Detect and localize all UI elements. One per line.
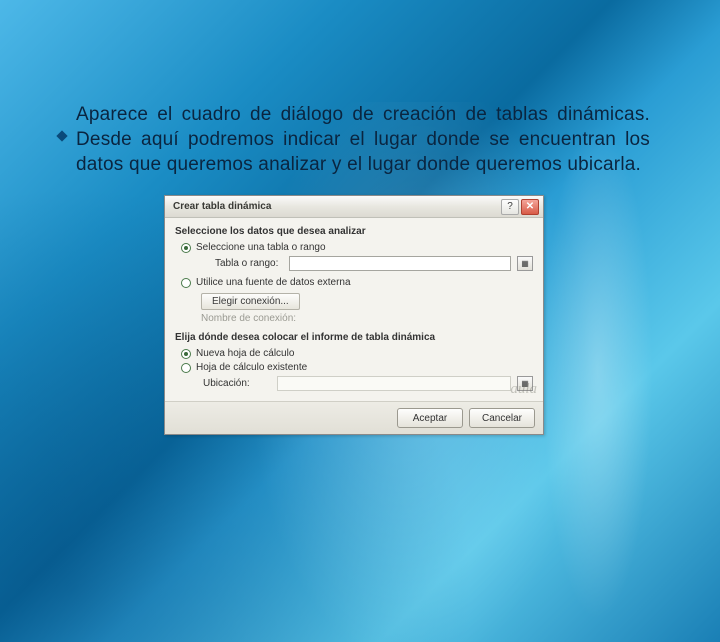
location-label: Ubicación: bbox=[203, 378, 271, 389]
dialog-title: Crear tabla dinámica bbox=[173, 201, 271, 212]
radio-newsheet-label: Nueva hoja de cálculo bbox=[196, 348, 294, 359]
section-place-label: Elija dónde desea colocar el informe de … bbox=[175, 332, 533, 343]
radio-icon bbox=[181, 278, 191, 288]
slide-paragraph: Aparece el cuadro de diálogo de creación… bbox=[76, 102, 650, 177]
dialog-titlebar: Crear tabla dinámica ? ✕ bbox=[165, 196, 543, 218]
radio-external-label: Utilice una fuente de datos externa bbox=[196, 277, 351, 288]
radio-icon bbox=[181, 363, 191, 373]
connection-name-label: Nombre de conexión: bbox=[201, 313, 533, 324]
help-button[interactable]: ? bbox=[501, 199, 519, 215]
ok-button[interactable]: Aceptar bbox=[397, 408, 463, 428]
location-input[interactable] bbox=[277, 376, 511, 391]
radio-existing-label: Hoja de cálculo existente bbox=[196, 362, 307, 373]
cancel-button[interactable]: Cancelar bbox=[469, 408, 535, 428]
radio-icon bbox=[181, 349, 191, 359]
radio-icon bbox=[181, 243, 191, 253]
table-range-input[interactable] bbox=[289, 256, 511, 271]
create-pivottable-dialog: Crear tabla dinámica ? ✕ Seleccione los … bbox=[164, 195, 544, 435]
bullet-icon bbox=[56, 130, 67, 141]
radio-existing-sheet[interactable]: Hoja de cálculo existente bbox=[181, 362, 533, 373]
range-picker-button[interactable]: ▦ bbox=[517, 256, 533, 271]
radio-select-label: Seleccione una tabla o rango bbox=[196, 242, 326, 253]
radio-new-sheet[interactable]: Nueva hoja de cálculo bbox=[181, 348, 533, 359]
watermark: aula bbox=[510, 381, 537, 398]
radio-select-table[interactable]: Seleccione una tabla o rango bbox=[181, 242, 533, 253]
section-analyze-label: Seleccione los datos que desea analizar bbox=[175, 226, 533, 237]
table-range-label: Tabla o rango: bbox=[215, 258, 283, 269]
choose-connection-button[interactable]: Elegir conexión... bbox=[201, 293, 300, 310]
radio-external-source[interactable]: Utilice una fuente de datos externa bbox=[181, 277, 533, 288]
close-button[interactable]: ✕ bbox=[521, 199, 539, 215]
